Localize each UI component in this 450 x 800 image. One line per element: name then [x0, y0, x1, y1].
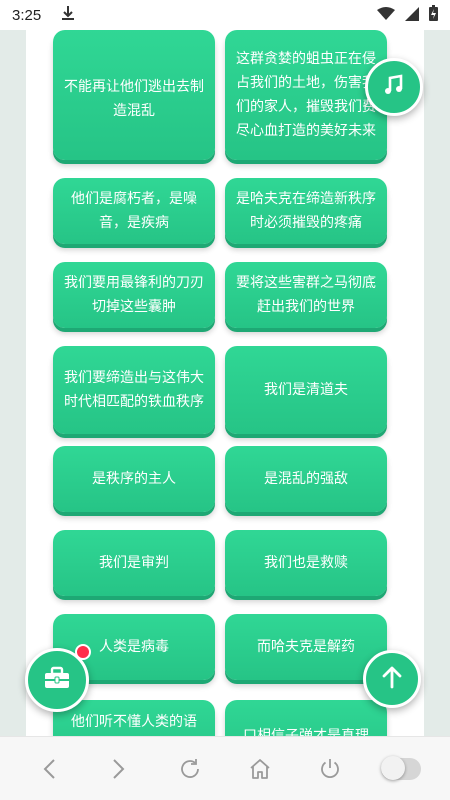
toggle-switch[interactable] [380, 749, 421, 789]
card-14[interactable]: 而哈夫克是解药 [225, 614, 387, 680]
forward-icon[interactable] [99, 749, 139, 789]
card-16[interactable]: 口相信子弹才是真理 [225, 700, 387, 736]
card-2[interactable]: 这群贪婪的蛆虫正在侵占我们的土地，伤害我们的家人，摧毁我们费尽心血打造的美好未来 [225, 30, 387, 160]
back-icon[interactable] [29, 749, 69, 789]
card-9[interactable]: 是秩序的主人 [53, 446, 215, 512]
music-note-icon [382, 73, 406, 101]
toolbox-icon [44, 666, 70, 694]
signal-icon [405, 6, 419, 25]
card-10[interactable]: 是混乱的强敌 [225, 446, 387, 512]
card-7[interactable]: 我们要缔造出与这伟大时代相匹配的铁血秩序 [53, 346, 215, 434]
card-12[interactable]: 我们也是救赎 [225, 530, 387, 596]
card-3[interactable]: 他们是腐朽者，是噪音，是疾病 [53, 178, 215, 244]
scroll-top-button[interactable] [363, 650, 421, 708]
status-time: 3:25 [12, 6, 42, 24]
card-5[interactable]: 我们要用最锋利的刀刃切掉这些囊肿 [53, 262, 215, 328]
power-icon[interactable] [310, 749, 350, 789]
content-area[interactable]: 不能再让他们逃出去制造混乱 这群贪婪的蛆虫正在侵占我们的土地，伤害我们的家人，摧… [0, 30, 450, 736]
status-bar: 3:25 [0, 0, 450, 30]
bottom-nav-bar [0, 736, 450, 800]
notification-badge [75, 644, 91, 660]
toggle-track [380, 755, 421, 780]
home-icon[interactable] [240, 749, 280, 789]
arrow-up-icon [381, 665, 403, 693]
card-1[interactable]: 不能再让他们逃出去制造混乱 [53, 30, 215, 160]
card-8[interactable]: 我们是清道夫 [225, 346, 387, 434]
battery-icon [429, 5, 438, 25]
toggle-knob [380, 755, 405, 780]
card-11[interactable]: 我们是审判 [53, 530, 215, 596]
card-15[interactable]: 他们听不懂人类的语 [53, 700, 215, 736]
card-4[interactable]: 是哈夫克在缔造新秩序时必须摧毁的疼痛 [225, 178, 387, 244]
card-6[interactable]: 要将这些害群之马彻底赶出我们的世界 [225, 262, 387, 328]
download-icon [61, 5, 75, 25]
music-button[interactable] [365, 58, 423, 116]
refresh-icon[interactable] [170, 749, 210, 789]
wifi-icon [377, 6, 395, 25]
